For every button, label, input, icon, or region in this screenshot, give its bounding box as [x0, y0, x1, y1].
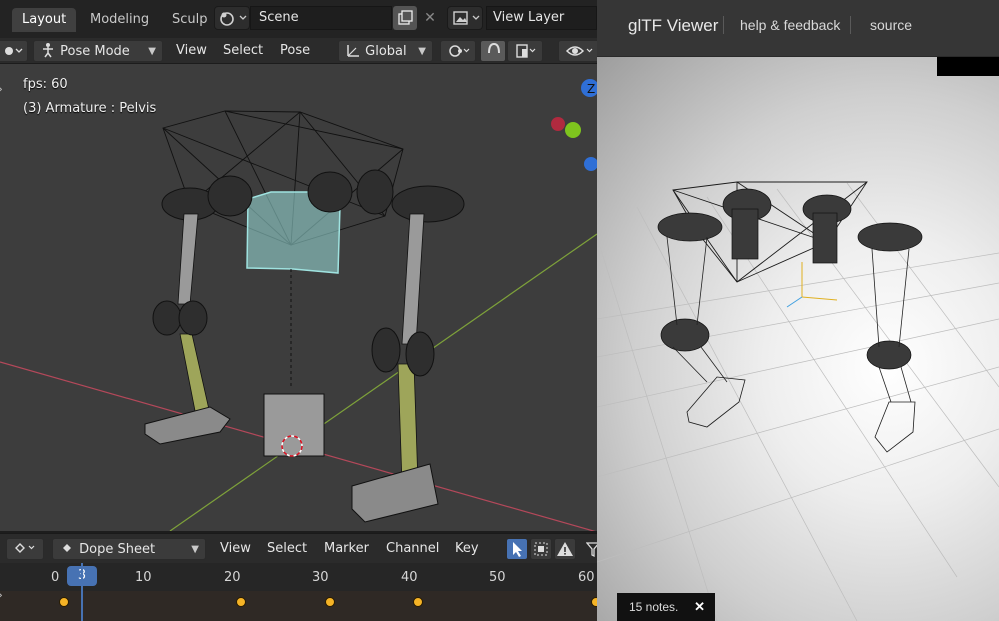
scene-name-field[interactable]: Scene	[250, 6, 392, 30]
ds-menu-view[interactable]: View	[220, 538, 251, 560]
keyframe-marker[interactable]	[59, 597, 69, 607]
cube-object	[263, 393, 325, 457]
tab-modeling[interactable]: Modeling	[80, 8, 159, 32]
gizmo-z-label: Z	[587, 82, 595, 96]
black-overlay-bar	[937, 57, 999, 76]
dope-sheet-mode-dropdown[interactable]: Dope Sheet ▼	[52, 538, 206, 560]
dope-sheet-editor-type-button[interactable]	[6, 538, 44, 560]
frame-label-60: 60	[578, 570, 595, 585]
gizmo-y-icon	[565, 122, 581, 138]
channel-expand-icon[interactable]: ›	[0, 588, 3, 602]
editor-type-button[interactable]	[0, 40, 28, 62]
feet	[686, 376, 916, 453]
viewport-scene: Z	[0, 79, 597, 531]
only-errors-toggle[interactable]	[554, 538, 576, 560]
menu-pose[interactable]: Pose	[280, 40, 310, 62]
viewport-fps: fps: 60	[23, 77, 68, 92]
gizmo-z-line	[786, 296, 803, 308]
dope-sheet-mode-label: Dope Sheet	[79, 542, 156, 557]
gltf-render-canvas[interactable]	[597, 57, 999, 621]
frame-label-50: 50	[489, 570, 506, 585]
chevron-down-icon: ▼	[148, 46, 156, 57]
ds-menu-marker[interactable]: Marker	[324, 538, 369, 560]
help-feedback-link[interactable]: help & feedback	[740, 17, 840, 33]
toolbar-expand-icon[interactable]: ›	[0, 82, 3, 96]
viewport-header: Pose Mode ▼ View Select Pose Global ▼	[0, 38, 597, 64]
gizmo-x-icon	[551, 117, 565, 131]
keyframe-marker[interactable]	[413, 597, 424, 607]
frame-label-10: 10	[135, 570, 152, 585]
transform-orientation-dropdown[interactable]: Global ▼	[338, 40, 433, 62]
source-link[interactable]: source	[870, 17, 912, 33]
visibility-dropdown[interactable]	[558, 40, 597, 62]
remove-scene-button[interactable]: ✕	[420, 6, 440, 30]
filter-icon[interactable]	[585, 540, 597, 562]
scene-icon	[220, 12, 247, 26]
dope-sheet-frame-ruler[interactable]: 0 3 10 20 30 40 50 60	[0, 563, 597, 591]
orientation-axes-icon	[347, 45, 359, 57]
pivot-icon	[449, 45, 470, 57]
header-divider	[723, 16, 724, 34]
pose-mode-icon	[43, 43, 53, 58]
notes-toast: 15 notes. ✕	[617, 593, 715, 621]
viewport-active-object: (3) Armature : Pelvis	[23, 101, 157, 116]
proportional-editing-toggle[interactable]	[480, 40, 506, 62]
show-hidden-toggle[interactable]	[530, 538, 552, 560]
gltf-viewer-window: glTF Viewer help & feedback source 15 no…	[597, 0, 999, 621]
close-icon[interactable]: ✕	[694, 593, 705, 621]
only-selected-toggle[interactable]	[506, 538, 528, 560]
ds-menu-channel[interactable]: Channel	[386, 538, 439, 560]
view-layer-name-field[interactable]: View Layer	[486, 6, 597, 30]
gltf-header: glTF Viewer help & feedback source	[597, 0, 999, 57]
keyframe-marker[interactable]	[324, 597, 335, 607]
frame-label-40: 40	[401, 570, 418, 585]
gltf-title[interactable]: glTF Viewer	[628, 16, 718, 36]
menu-select[interactable]: Select	[223, 40, 263, 62]
keyframe-marker[interactable]	[236, 597, 247, 607]
gltf-scene	[597, 181, 999, 621]
header-divider	[850, 16, 851, 34]
frame-label-20: 20	[224, 570, 241, 585]
pivot-point-dropdown[interactable]	[440, 40, 476, 62]
duplicate-scene-button[interactable]	[393, 6, 417, 30]
blender-window: Layout Modeling Sculp Scene ✕ View Layer…	[0, 0, 597, 621]
view-layer-selector-button[interactable]	[447, 6, 483, 30]
ds-menu-key[interactable]: Key	[455, 538, 479, 560]
notes-count: 15 notes.	[629, 600, 679, 614]
dotted-box-icon	[534, 542, 548, 556]
eye-icon	[565, 46, 593, 56]
playhead-line[interactable]	[81, 563, 83, 621]
chevron-down-icon: ▼	[418, 46, 426, 57]
menu-view[interactable]: View	[176, 40, 207, 62]
image-stack-icon	[453, 11, 480, 25]
3d-viewport[interactable]: Z fps: 60 (3) Armature : Pelvis ›	[0, 64, 597, 531]
ds-menu-select[interactable]: Select	[267, 538, 307, 560]
interaction-mode-dropdown[interactable]: Pose Mode ▼	[33, 40, 163, 62]
gizmo-x-line	[801, 296, 838, 301]
gizmo-neg-z-icon	[584, 157, 597, 171]
interaction-mode-label: Pose Mode	[60, 44, 130, 59]
dope-sheet-header: Dope Sheet ▼ View Select Marker Channel …	[0, 533, 597, 563]
joints	[657, 188, 923, 370]
chevron-down-icon: ▼	[191, 544, 199, 555]
frame-label-0: 0	[51, 570, 60, 585]
warning-icon	[557, 542, 573, 556]
floor-grid	[597, 182, 999, 621]
copy-icon	[398, 10, 413, 25]
orientation-label: Global	[365, 44, 407, 59]
editor-type-icon	[15, 543, 35, 553]
tab-sculpting[interactable]: Sculp	[162, 8, 218, 32]
tab-layout[interactable]: Layout	[12, 8, 77, 32]
snap-target-dropdown[interactable]	[507, 40, 543, 62]
dope-sheet-track[interactable]: ›	[0, 563, 597, 621]
scene-selector-button[interactable]	[214, 6, 250, 30]
frame-label-30: 30	[312, 570, 329, 585]
cursor-arrow-icon	[513, 542, 522, 557]
blender-topbar: Layout Modeling Sculp Scene ✕ View Layer	[0, 0, 597, 38]
dope-sheet-icon	[63, 544, 71, 552]
snap-magnet-icon	[488, 42, 500, 54]
editor-type-icon	[5, 47, 23, 55]
snap-target-icon	[516, 44, 536, 58]
